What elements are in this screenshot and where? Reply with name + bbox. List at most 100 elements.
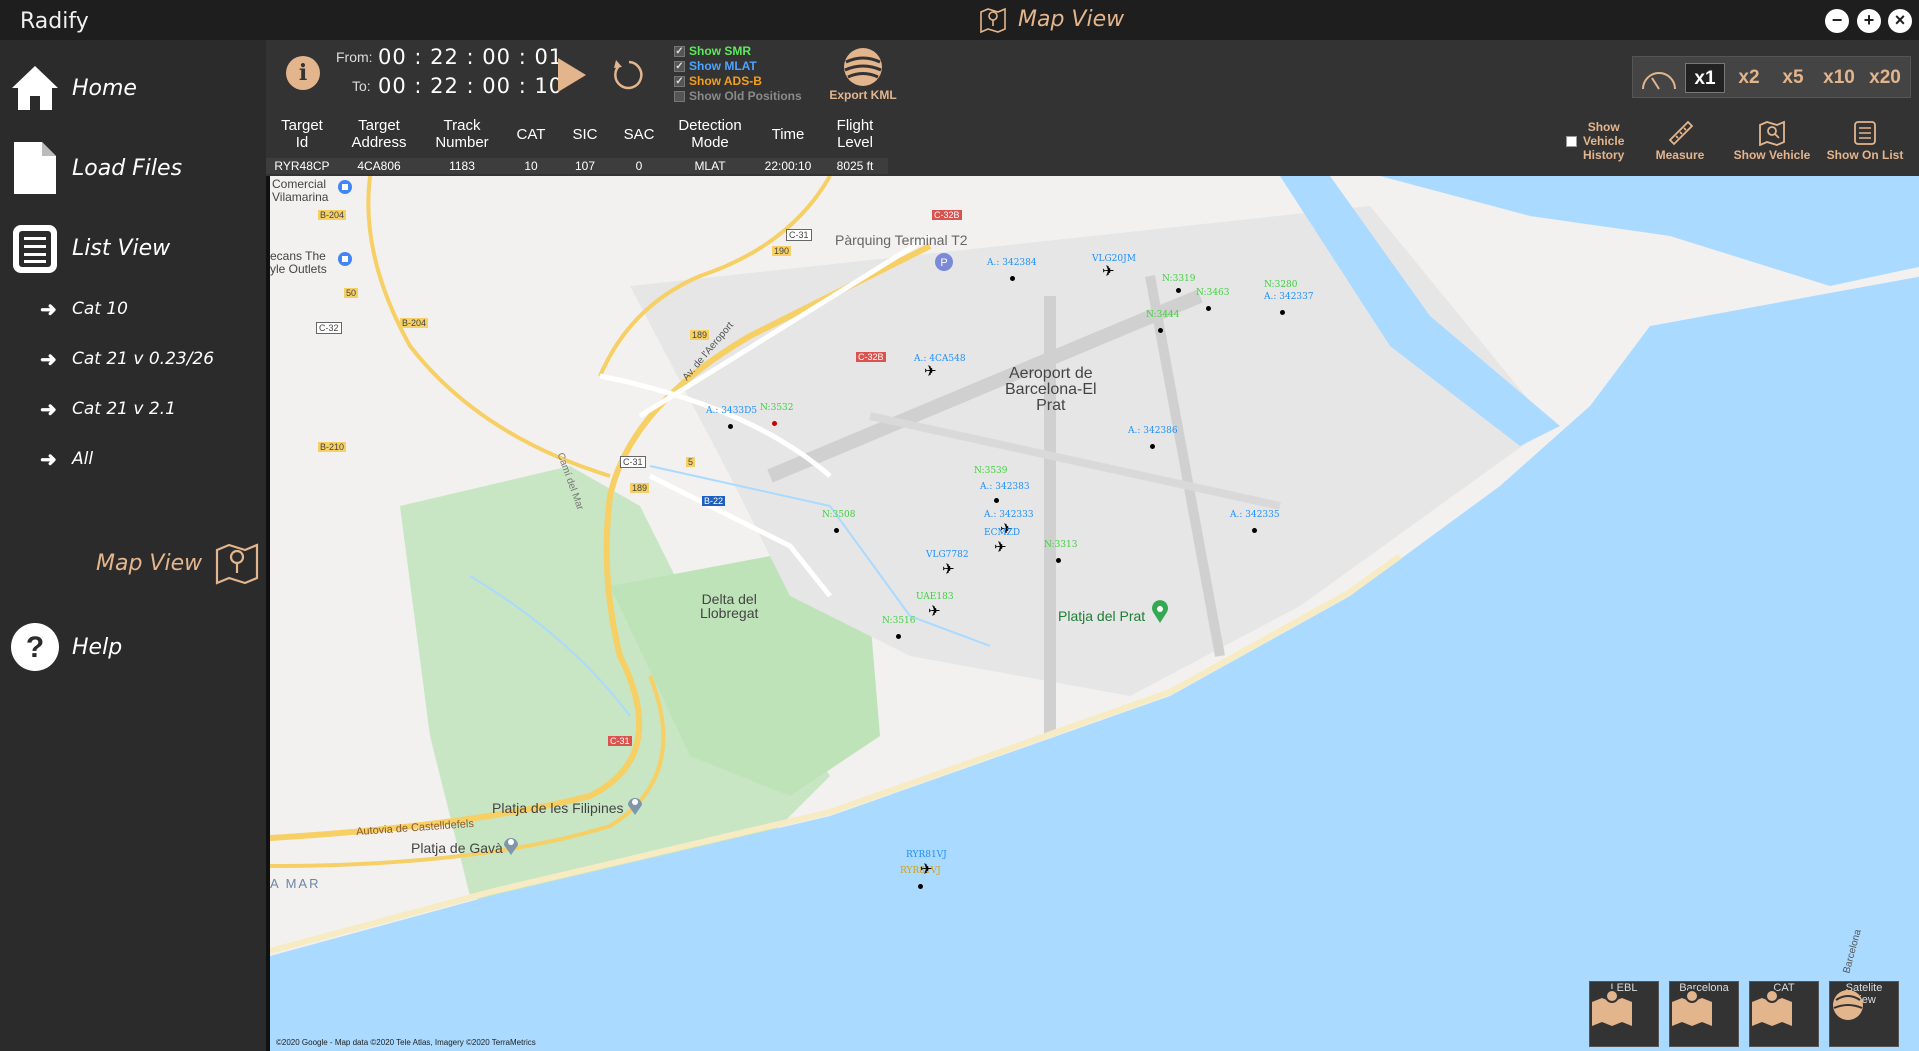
show-old-positions-checkbox[interactable]: Show Old Positions [674, 89, 802, 103]
target-dot[interactable] [1280, 310, 1285, 315]
satellite-view-button[interactable]: Satelite View [1829, 981, 1899, 1047]
airplane-icon[interactable]: ✈ [920, 862, 933, 877]
speed-x20-button[interactable]: x20 [1863, 63, 1907, 93]
nav-load-files-label: Load Files [72, 155, 183, 181]
target-label[interactable]: N:3280 [1264, 280, 1298, 290]
target-dot[interactable] [1010, 276, 1015, 281]
show-adsb-checkbox[interactable]: ✓ Show ADS-B [674, 74, 762, 88]
target-label[interactable]: N:3313 [1044, 540, 1078, 550]
target-label[interactable]: A.: 342383 [980, 482, 1030, 492]
nav-list-view[interactable]: List View [0, 213, 263, 283]
target-label[interactable]: UAE183 [916, 592, 954, 602]
sub-item-label: All [72, 449, 94, 469]
sub-item-cat21-v023[interactable]: ➜ Cat 21 v 0.23/26 [40, 344, 214, 374]
target-dot[interactable] [1158, 328, 1163, 333]
svg-text:P: P [940, 257, 947, 269]
speed-x10-button[interactable]: x10 [1817, 63, 1861, 93]
speed-selector: x1 x2 x5 x10 x20 [1632, 56, 1911, 98]
nav-help-label: Help [72, 634, 123, 660]
show-vehicle-history-toggle[interactable]: Show Vehicle History [1566, 120, 1624, 162]
map-canvas[interactable]: Aeroport de Barcelona-El Prat Pàrquing T… [266, 176, 1919, 1051]
from-time[interactable]: 00 : 22 : 00 : 01 [378, 45, 563, 69]
sub-item-cat21-v21[interactable]: ➜ Cat 21 v 2.1 [40, 394, 176, 424]
target-dot[interactable] [1176, 288, 1181, 293]
outlets-label: ecans The yle Outlets [270, 249, 327, 276]
target-label[interactable]: A.: 3433D5 [706, 406, 757, 416]
table-row[interactable]: RYR48CP 4CA806 1183 10 107 0 MLAT 22:00:… [266, 158, 888, 174]
speed-x2-button[interactable]: x2 [1729, 63, 1769, 93]
target-label[interactable]: N:3539 [974, 466, 1008, 476]
platja-prat-label: Platja del Prat [1058, 608, 1146, 624]
speed-x5-button[interactable]: x5 [1773, 63, 1813, 93]
info-button[interactable]: i [286, 56, 320, 90]
sidebar: Home Load Files List View ➜ Cat 10 ➜ Cat… [0, 40, 263, 1051]
nav-load-files[interactable]: Load Files [0, 133, 263, 203]
barcelona-button[interactable]: Barcelona [1669, 981, 1739, 1047]
target-label[interactable]: N:3508 [822, 510, 856, 520]
target-label[interactable]: N:3463 [1196, 288, 1230, 298]
show-mlat-checkbox[interactable]: ✓ Show MLAT [674, 59, 757, 73]
target-label[interactable]: A.: 342386 [1128, 426, 1178, 436]
beach-pin-icon[interactable] [1150, 600, 1170, 624]
sub-item-cat10[interactable]: ➜ Cat 10 [40, 294, 128, 324]
target-dot[interactable] [918, 884, 923, 889]
target-dot[interactable] [772, 421, 777, 426]
to-time[interactable]: 00 : 22 : 00 : 10 [378, 74, 563, 98]
sub-item-all[interactable]: ➜ All [40, 444, 93, 474]
road-shield: 189 [630, 483, 650, 493]
airplane-icon[interactable]: ✈ [924, 364, 937, 379]
maximize-button[interactable]: + [1857, 9, 1881, 33]
target-dot[interactable] [1056, 558, 1061, 563]
target-label[interactable]: N:3516 [882, 616, 916, 626]
speed-x1-button[interactable]: x1 [1685, 63, 1725, 93]
target-dot[interactable] [834, 528, 839, 533]
target-label[interactable]: ECMZD [984, 528, 1020, 538]
sub-item-label: Cat 21 v 2.1 [72, 399, 176, 419]
target-label[interactable]: N:3532 [760, 403, 794, 413]
nav-home[interactable]: Home [0, 53, 263, 123]
target-dot[interactable] [1206, 306, 1211, 311]
airplane-icon[interactable]: ✈ [994, 540, 1007, 555]
play-icon[interactable] [554, 56, 588, 94]
shopping-pin-icon[interactable] [336, 178, 354, 196]
beach-pin-icon[interactable] [626, 794, 644, 816]
target-dot[interactable] [728, 424, 733, 429]
shopping-pin-icon[interactable] [336, 250, 354, 268]
minimize-button[interactable]: − [1825, 9, 1849, 33]
target-label[interactable]: VLG7782 [926, 550, 969, 560]
nav-map-view-label: Map View [96, 550, 203, 576]
target-dot[interactable] [994, 498, 999, 503]
target-dot[interactable] [1252, 528, 1257, 533]
airplane-icon[interactable]: ✈ [1102, 264, 1115, 279]
measure-button[interactable]: Measure [1648, 116, 1712, 162]
target-label[interactable]: A.: 4CA548 [914, 354, 966, 364]
reset-icon[interactable] [610, 56, 648, 94]
target-label[interactable]: A.: 342333 [984, 510, 1034, 520]
show-vehicle-button[interactable]: Show Vehicle [1730, 120, 1814, 162]
close-button[interactable]: × [1888, 9, 1912, 33]
target-label[interactable]: A.: 342384 [987, 258, 1037, 268]
target-dot[interactable] [1150, 444, 1155, 449]
nav-help[interactable]: ? Help [0, 612, 263, 682]
target-dot[interactable] [896, 634, 901, 639]
show-on-list-button[interactable]: Show On List [1820, 120, 1910, 162]
target-label[interactable]: N:3319 [1162, 274, 1196, 284]
target-label[interactable]: N:3444 [1146, 310, 1180, 320]
nav-map-view[interactable]: Map View [96, 540, 260, 586]
parking-pin-icon[interactable]: P [934, 252, 954, 274]
cat-button[interactable]: CAT [1749, 981, 1819, 1047]
beach-pin-icon[interactable] [502, 834, 520, 856]
checkbox-empty-icon [1566, 135, 1577, 147]
target-label[interactable]: A.: 342337 [1264, 292, 1314, 302]
lebl-button[interactable]: LEBL [1589, 981, 1659, 1047]
target-label[interactable]: A.: 342335 [1230, 510, 1280, 520]
target-label[interactable]: RYR81VJ [906, 850, 947, 860]
column-header: Detection Mode [678, 117, 742, 151]
airplane-icon[interactable]: ✈ [928, 604, 941, 619]
export-kml-button[interactable]: Export KML [826, 46, 900, 102]
airplane-icon[interactable]: ✈ [942, 562, 955, 577]
show-smr-checkbox[interactable]: ✓ Show SMR [674, 44, 751, 58]
checkbox-checked-icon: ✓ [674, 45, 685, 57]
table-cell: 22:00:10 [754, 158, 822, 174]
road-shield: B-210 [318, 442, 347, 452]
